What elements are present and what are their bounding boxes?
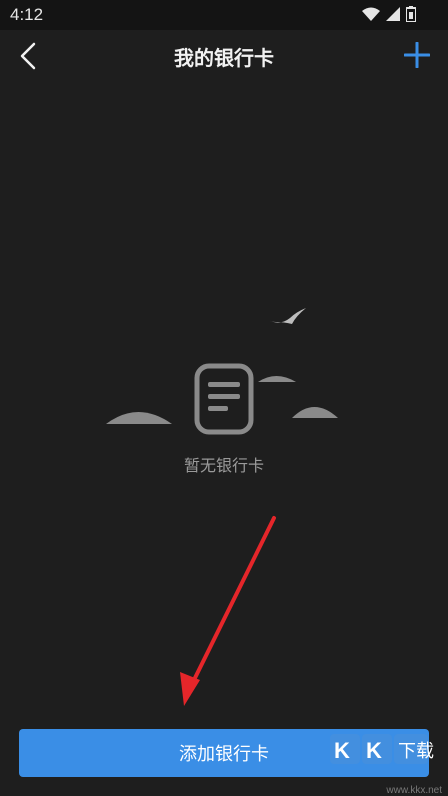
cloud-top-right-icon	[258, 376, 296, 382]
cloud-right-icon	[292, 407, 338, 418]
status-bar: 4:12	[0, 0, 448, 30]
empty-state-message: 暂无银行卡	[183, 456, 264, 475]
navigation-bar: 我的银行卡	[0, 30, 448, 82]
annotation-arrow-icon	[180, 516, 276, 706]
document-icon	[194, 363, 254, 435]
status-time: 4:12	[10, 5, 44, 24]
signal-icon	[386, 7, 400, 21]
add-card-button[interactable]	[400, 38, 434, 72]
status-icons	[362, 6, 416, 22]
watermark-logo: K K 下载	[330, 734, 434, 764]
bird-icon	[268, 308, 306, 324]
cloud-left-icon	[106, 412, 172, 424]
svg-text:K: K	[334, 738, 350, 763]
battery-icon	[406, 6, 416, 22]
page-title: 我的银行卡	[174, 46, 274, 70]
svg-text:下载: 下载	[398, 741, 434, 762]
svg-text:K: K	[366, 738, 382, 763]
empty-state-illustration	[106, 308, 338, 435]
watermark-url: www.kkx.net	[386, 785, 442, 796]
plus-icon	[404, 42, 430, 68]
wifi-icon	[362, 7, 380, 21]
